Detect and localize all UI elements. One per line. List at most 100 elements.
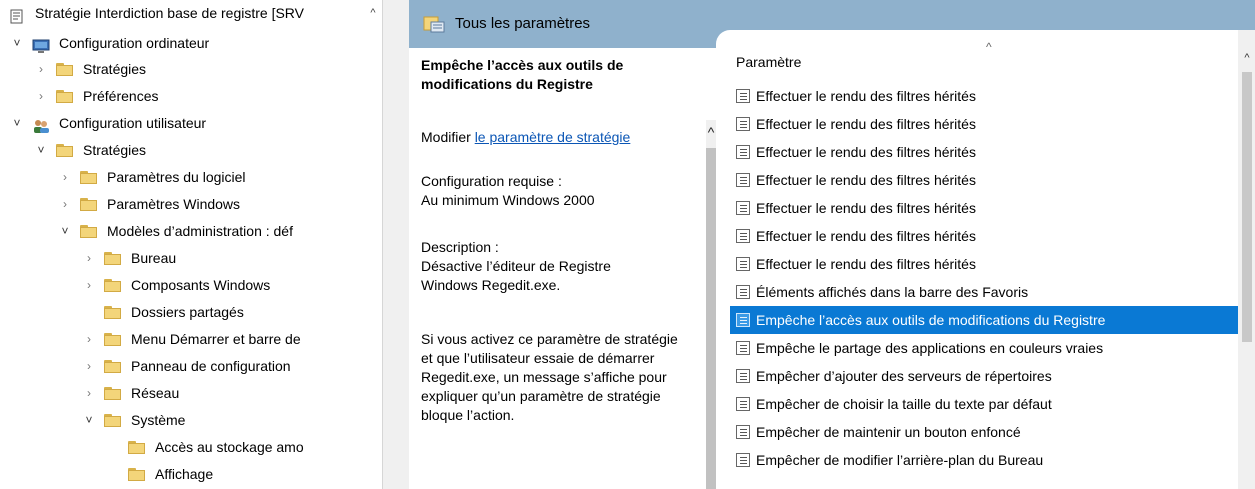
tree-item-label: Affichage	[155, 466, 214, 482]
tree-item[interactable]: › Paramètres du logiciel	[0, 164, 382, 191]
requirements-label: Configuration requise :	[421, 173, 562, 189]
chevron-right-icon[interactable]: ›	[82, 245, 96, 272]
description-scroll-thumb[interactable]	[706, 148, 716, 489]
tree-item-label: Composants Windows	[131, 277, 271, 293]
policy-setting-icon	[736, 285, 750, 299]
policy-setting-icon	[736, 201, 750, 215]
edit-prefix: Modifier	[421, 129, 475, 145]
folder-icon	[80, 171, 98, 185]
tree-item[interactable]: › Stratégies	[0, 56, 382, 83]
list-item-label: Effectuer le rendu des filtres hérités	[756, 228, 976, 244]
chevron-placeholder	[106, 434, 120, 461]
tree-item-label: Configuration ordinateur	[59, 35, 210, 51]
edit-line: Modifier le paramètre de stratégie	[421, 128, 706, 147]
description-label: Description :	[421, 239, 499, 255]
list-item[interactable]: Effectuer le rendu des filtres hérités	[730, 138, 1242, 166]
policy-setting-icon	[736, 117, 750, 131]
chevron-placeholder	[106, 461, 120, 488]
tree-item[interactable]: Stratégie Interdiction base de registre …	[0, 0, 382, 27]
chevron-right-icon[interactable]: ›	[34, 83, 48, 110]
chevron-right-icon[interactable]: ›	[82, 353, 96, 380]
folder-icon	[104, 414, 122, 428]
tree-item-label: Bureau	[131, 250, 177, 266]
tree-item[interactable]: Accès au stockage amo	[0, 434, 382, 461]
list-item[interactable]: Empêcher d’ajouter des serveurs de réper…	[730, 362, 1242, 390]
list-item-label: Effectuer le rendu des filtres hérités	[756, 256, 976, 272]
policy-setting-icon	[736, 425, 750, 439]
edit-policy-link[interactable]: le paramètre de stratégie	[475, 129, 631, 145]
chevron-down-icon[interactable]: ˅	[10, 30, 24, 57]
tree-item[interactable]: ˅ Système	[0, 407, 382, 434]
tree-item-label: Stratégies	[83, 61, 147, 77]
navigation-tree: ^ Stratégie Interdiction base de registr…	[0, 0, 382, 489]
list-item[interactable]: Effectuer le rendu des filtres hérités	[730, 250, 1242, 278]
chevron-right-icon[interactable]: ›	[82, 272, 96, 299]
list-item[interactable]: Empêcher de choisir la taille du texte p…	[730, 390, 1242, 418]
list-item[interactable]: Effectuer le rendu des filtres hérités	[730, 166, 1242, 194]
tree-item-label: Préférences	[83, 88, 159, 104]
tree-item[interactable]: Affichage	[0, 461, 382, 488]
setting-title: Empêche l’accès aux outils de modificati…	[421, 57, 624, 92]
list-item[interactable]: Effectuer le rendu des filtres hérités	[730, 82, 1242, 110]
list-item[interactable]: Effectuer le rendu des filtres hérités	[730, 110, 1242, 138]
column-header-parametre[interactable]: Paramètre	[736, 54, 801, 70]
list-item-label: Effectuer le rendu des filtres hérités	[756, 144, 976, 160]
chevron-down-icon[interactable]: ˅	[58, 218, 72, 245]
tree-item[interactable]: › Bureau	[0, 245, 382, 272]
chevron-right-icon[interactable]: ›	[58, 191, 72, 218]
list-item[interactable]: Effectuer le rendu des filtres hérités	[730, 194, 1242, 222]
pane-splitter[interactable]	[382, 0, 409, 489]
chevron-down-icon[interactable]: ˅	[82, 407, 96, 434]
tree-item[interactable]: ˅ Configuration utilisateur	[0, 110, 382, 137]
list-item[interactable]: Éléments affichés dans la barre des Favo…	[730, 278, 1242, 306]
folder-icon	[104, 360, 122, 374]
tree-item-label: Menu Démarrer et barre de	[131, 331, 301, 347]
tree-item[interactable]: ˅ Modèles d’administration : déf	[0, 218, 382, 245]
folder-icon	[104, 252, 122, 266]
list-item-label: Empêcher de modifier l’arrière-plan du B…	[756, 452, 1044, 468]
chevron-right-icon[interactable]: ›	[82, 380, 96, 407]
tree-item[interactable]: › Composants Windows	[0, 272, 382, 299]
list-item[interactable]: Empêcher de maintenir un bouton enfoncé	[730, 418, 1242, 446]
tree-item[interactable]: › Paramètres Windows	[0, 191, 382, 218]
chevron-down-icon[interactable]: ˅	[34, 137, 48, 164]
list-item-label: Empêcher de choisir la taille du texte p…	[756, 396, 1052, 412]
chevron-right-icon[interactable]: ›	[58, 164, 72, 191]
policy-setting-icon	[736, 257, 750, 271]
tree-item[interactable]: Dossiers partagés	[0, 299, 382, 326]
settings-folder-icon	[423, 16, 445, 33]
policy-setting-icon	[736, 453, 750, 467]
list-scroll-thumb[interactable]	[1242, 72, 1252, 342]
tree-item[interactable]: › Menu Démarrer et barre de	[0, 326, 382, 353]
settings-list: ^ Paramètre Effectuer le rendu des filtr…	[716, 30, 1255, 489]
tree-item-label: Configuration utilisateur	[59, 115, 207, 131]
tree-item-label: Dossiers partagés	[131, 304, 244, 320]
folder-icon	[128, 468, 146, 482]
tree-item-label: Stratégies	[83, 142, 147, 158]
folder-icon	[104, 387, 122, 401]
tree-item[interactable]: ˅ Stratégies	[0, 137, 382, 164]
chevron-right-icon[interactable]: ›	[82, 326, 96, 353]
settings-pane: Tous les paramètres Empêche l’accès aux …	[409, 0, 1255, 489]
tree-item[interactable]: › Panneau de configuration	[0, 353, 382, 380]
tree-item[interactable]: › Réseau	[0, 380, 382, 407]
policy-setting-icon	[736, 89, 750, 103]
list-scroll-up-arrow[interactable]: ^	[1240, 52, 1254, 64]
policy-setting-icon	[736, 145, 750, 159]
tree-item[interactable]: ˅ Configuration ordinateur	[0, 30, 382, 57]
list-item[interactable]: Effectuer le rendu des filtres hérités	[730, 222, 1242, 250]
folder-icon	[80, 225, 98, 239]
chevron-right-icon[interactable]: ›	[34, 56, 48, 83]
folder-icon	[104, 333, 122, 347]
folder-icon	[56, 63, 74, 77]
tree-item-label: Réseau	[131, 385, 180, 401]
list-item[interactable]: Empêcher de modifier l’arrière-plan du B…	[730, 446, 1242, 474]
sort-ascending-icon: ^	[986, 40, 992, 54]
computer-icon	[32, 36, 50, 53]
tree-item[interactable]: › Préférences	[0, 83, 382, 110]
folder-icon	[104, 279, 122, 293]
list-item[interactable]: Empêche le partage des applications en c…	[730, 334, 1242, 362]
chevron-down-icon[interactable]: ˅	[10, 110, 24, 137]
list-item-selected[interactable]: Empêche l’accès aux outils de modificati…	[730, 306, 1242, 334]
list-item-label: Effectuer le rendu des filtres hérités	[756, 88, 976, 104]
